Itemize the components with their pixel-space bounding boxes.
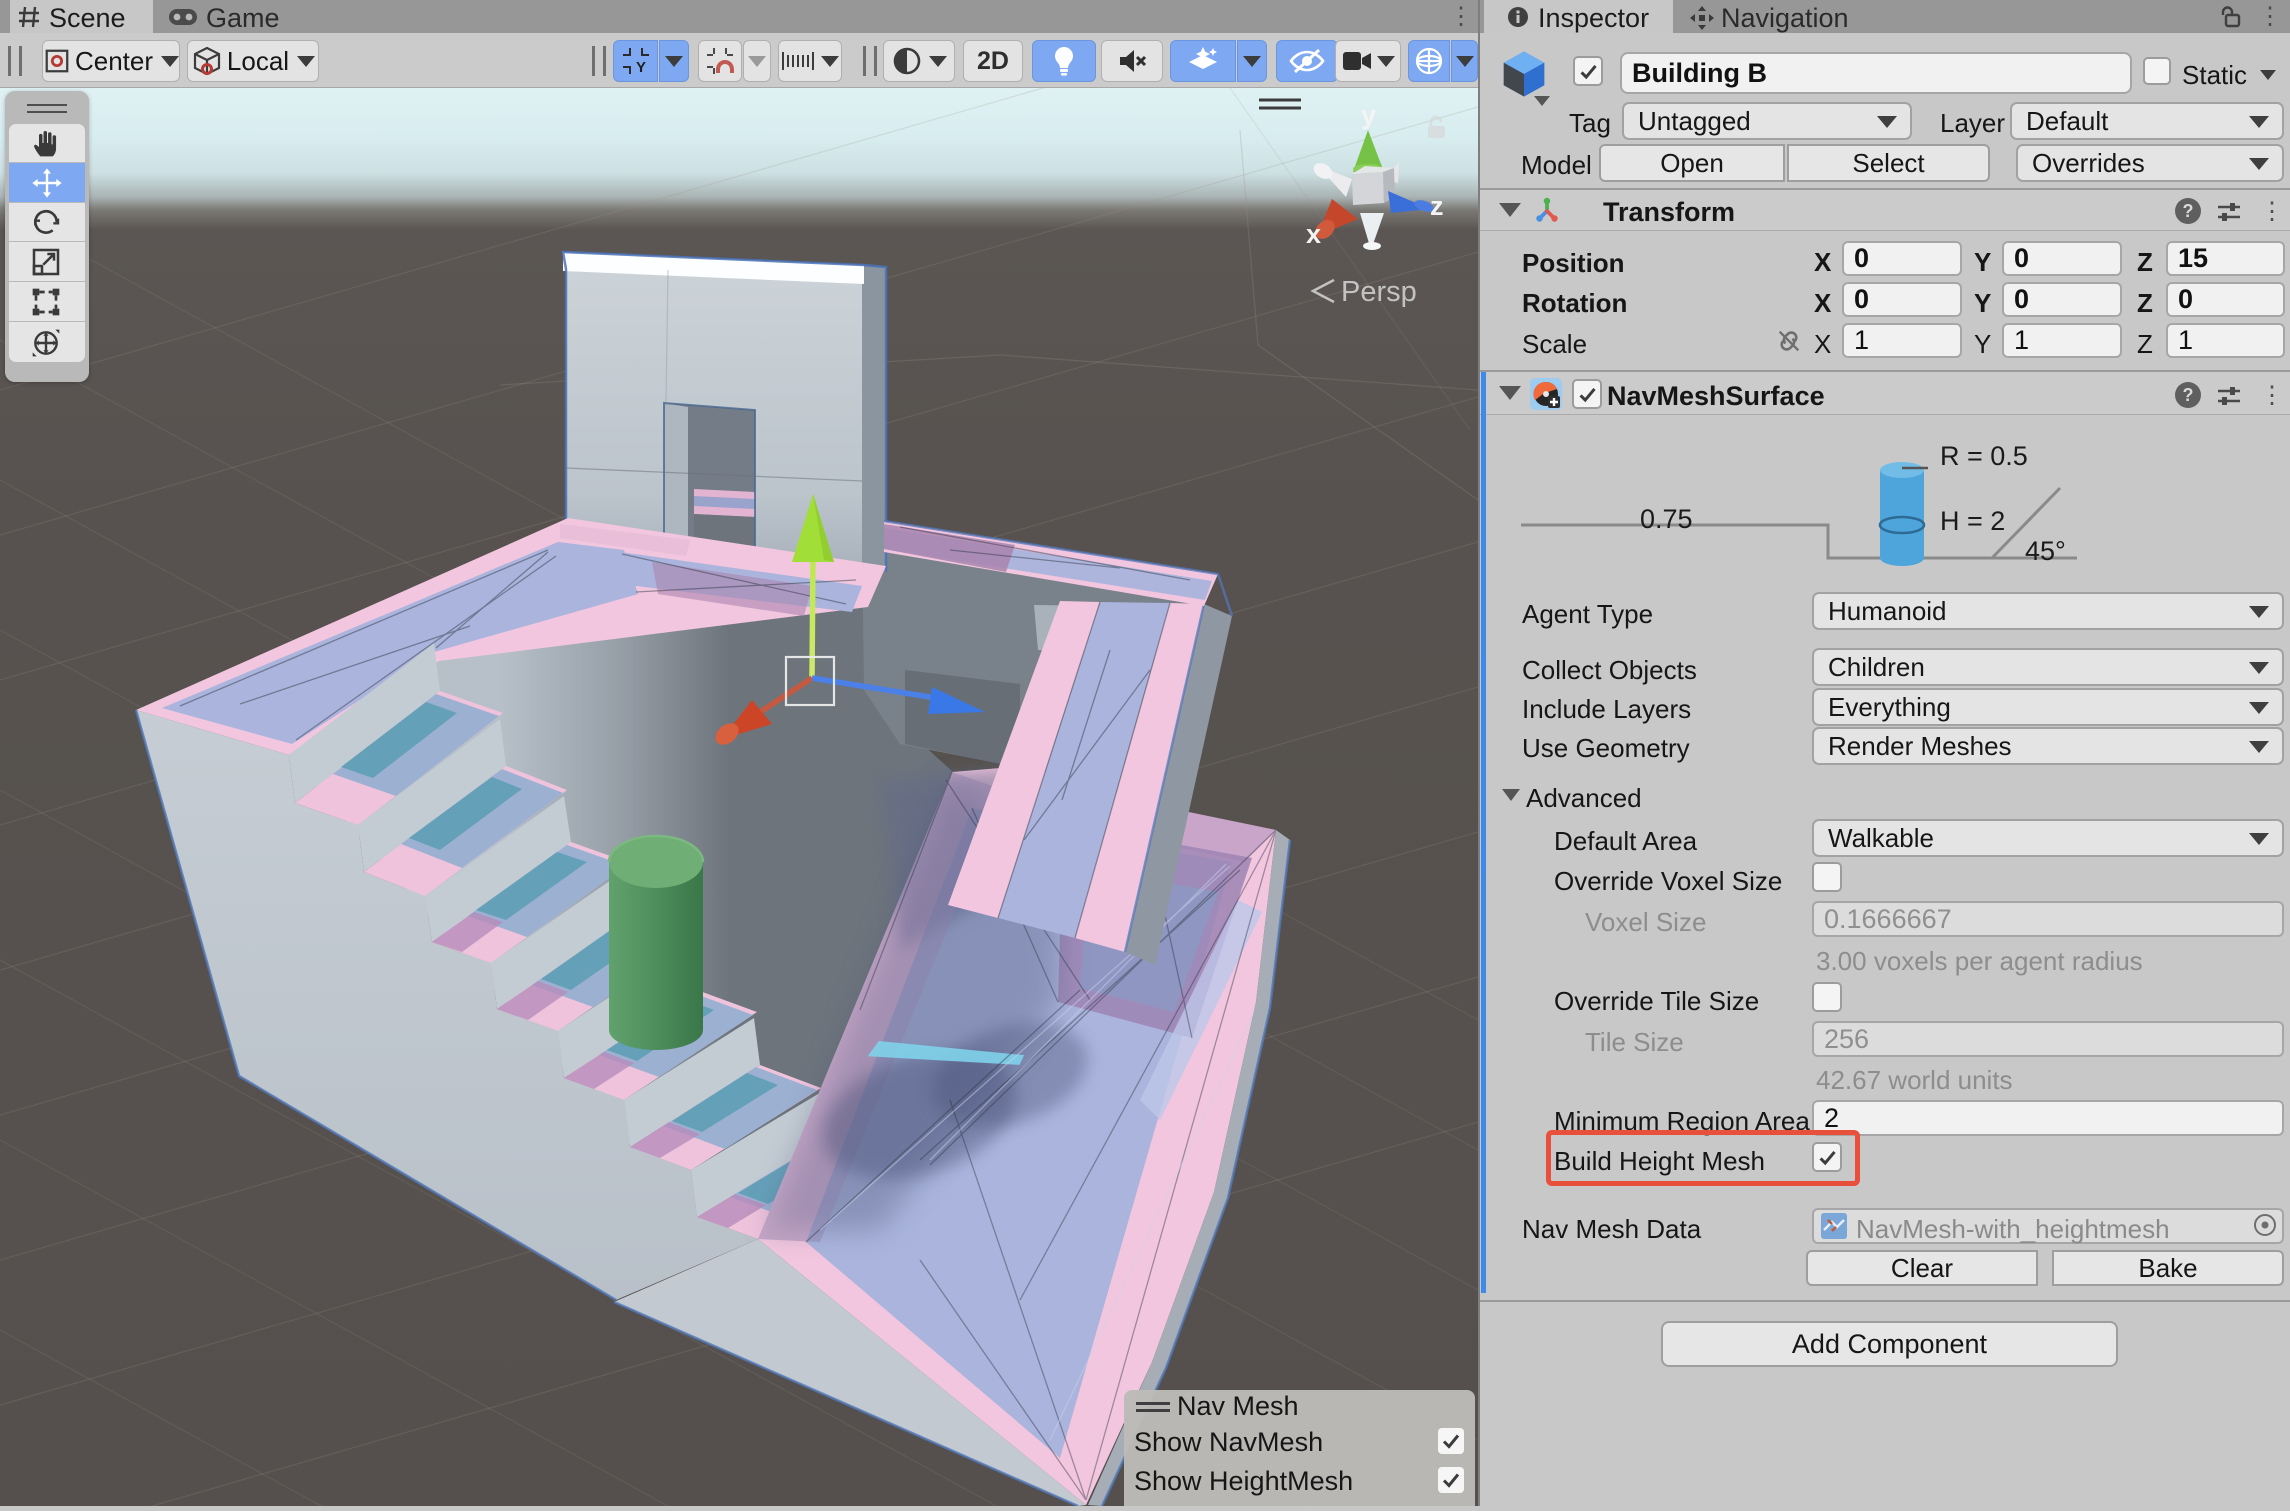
svg-text:y: y [1361,100,1376,130]
svg-text:R = 0.5: R = 0.5 [1940,441,2028,471]
svg-text:45°: 45° [2025,536,2066,566]
svg-text:H = 2: H = 2 [1940,506,2005,536]
svg-text:?: ? [2183,385,2194,405]
svg-text:x: x [1306,219,1321,249]
svg-text:Y: Y [636,59,646,76]
svg-text:z: z [1430,191,1444,221]
svg-text:0.75: 0.75 [1640,504,1693,534]
svg-text:Persp: Persp [1341,276,1417,308]
svg-text:?: ? [2183,201,2194,221]
